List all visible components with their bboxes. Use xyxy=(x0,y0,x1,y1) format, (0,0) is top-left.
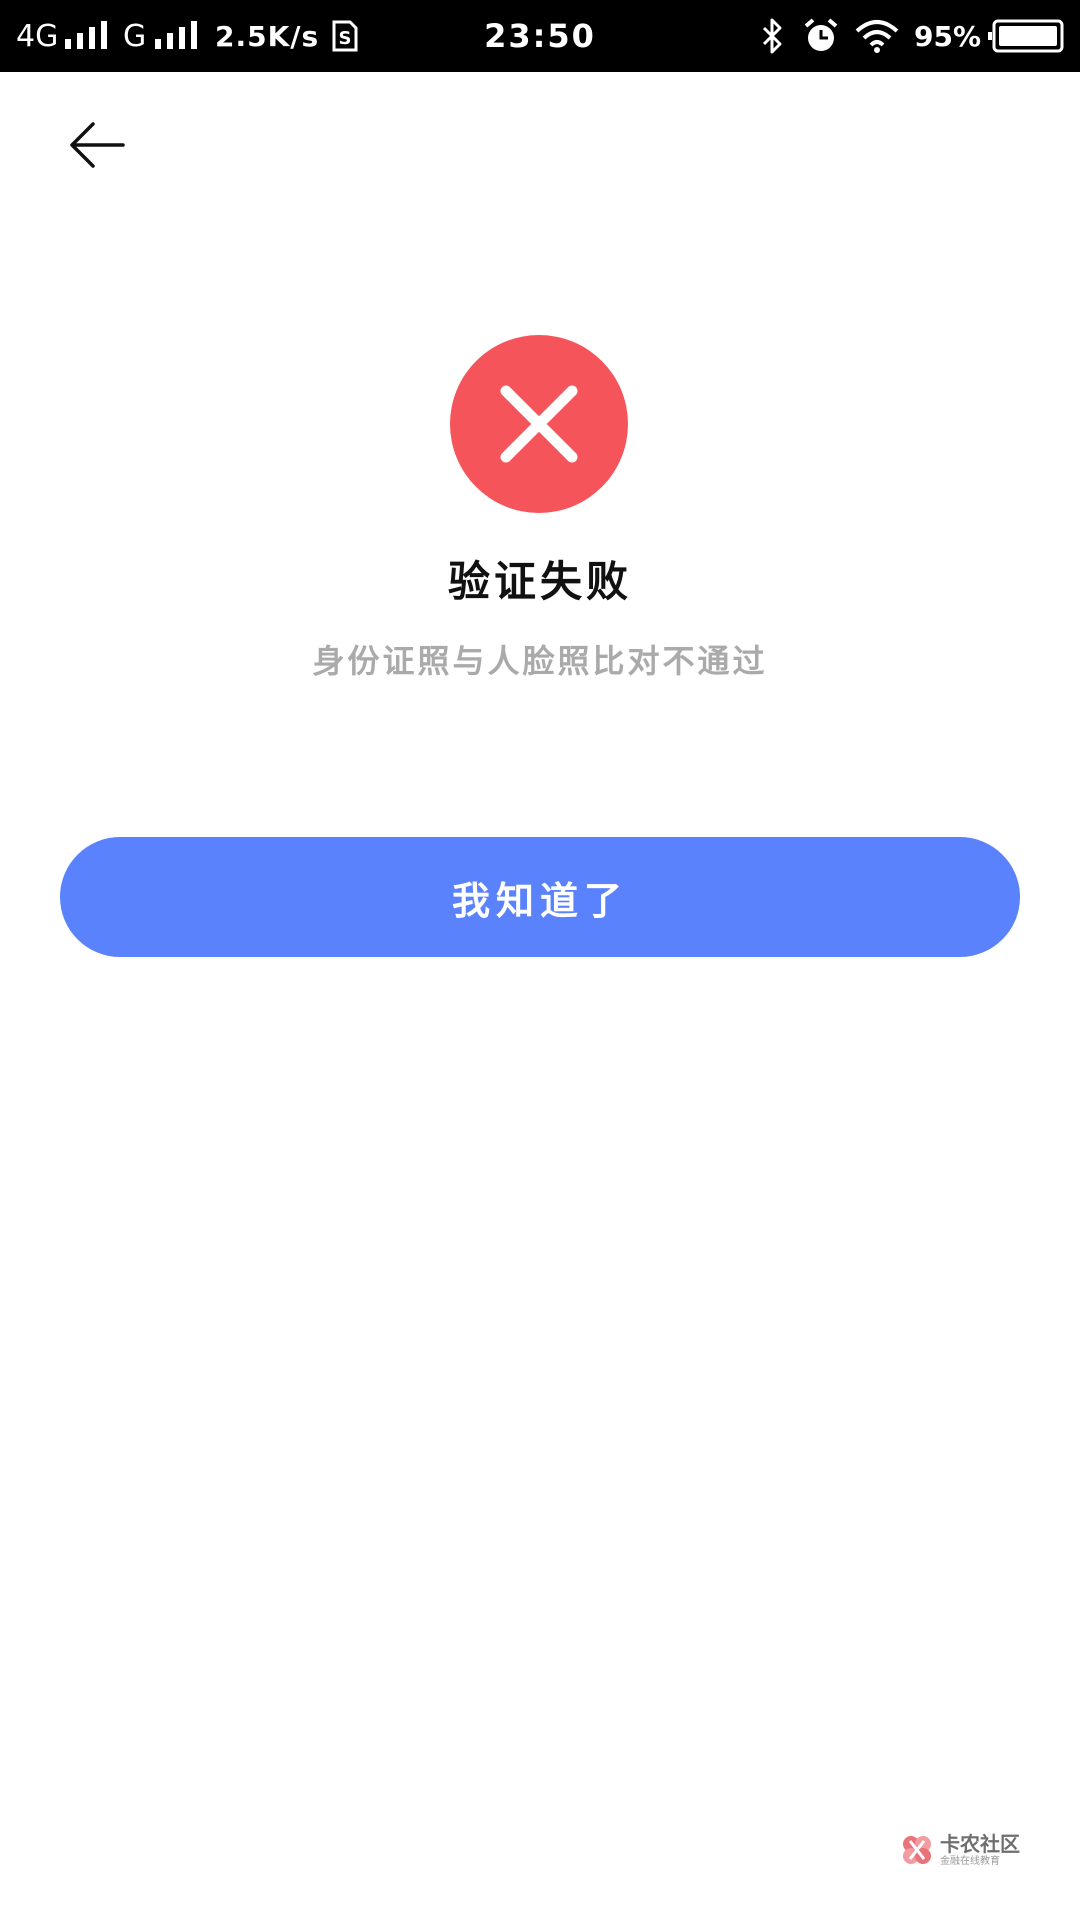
alarm-icon xyxy=(803,0,839,72)
battery-icon xyxy=(988,0,1064,72)
status-bar: 4G G 2.5K/s S 23:50 95% xyxy=(0,0,1080,72)
signal-icon xyxy=(155,0,199,72)
bluetooth-icon xyxy=(760,0,784,72)
back-button[interactable] xyxy=(62,115,132,175)
confirm-button[interactable]: 我知道了 xyxy=(60,837,1020,957)
result-title: 验证失败 xyxy=(447,557,632,606)
network-speed: 2.5K/s xyxy=(215,19,320,53)
network-type-1: 4G xyxy=(16,18,59,54)
sim-icon: S xyxy=(330,0,360,72)
wifi-icon xyxy=(855,0,899,72)
back-arrow-icon xyxy=(70,122,125,168)
signal-icon xyxy=(65,0,109,72)
svg-text:S: S xyxy=(339,28,352,49)
watermark-logo: 卡农社区 金融在线教育 xyxy=(900,1830,1020,1870)
error-x-icon xyxy=(500,385,578,463)
battery-percent: 95% xyxy=(914,19,982,53)
network-type-2: G xyxy=(123,18,147,54)
result-message: 身份证照与人脸照比对不通过 xyxy=(312,642,768,680)
error-status-circle xyxy=(450,335,628,513)
kanong-logo-icon xyxy=(903,1836,931,1864)
